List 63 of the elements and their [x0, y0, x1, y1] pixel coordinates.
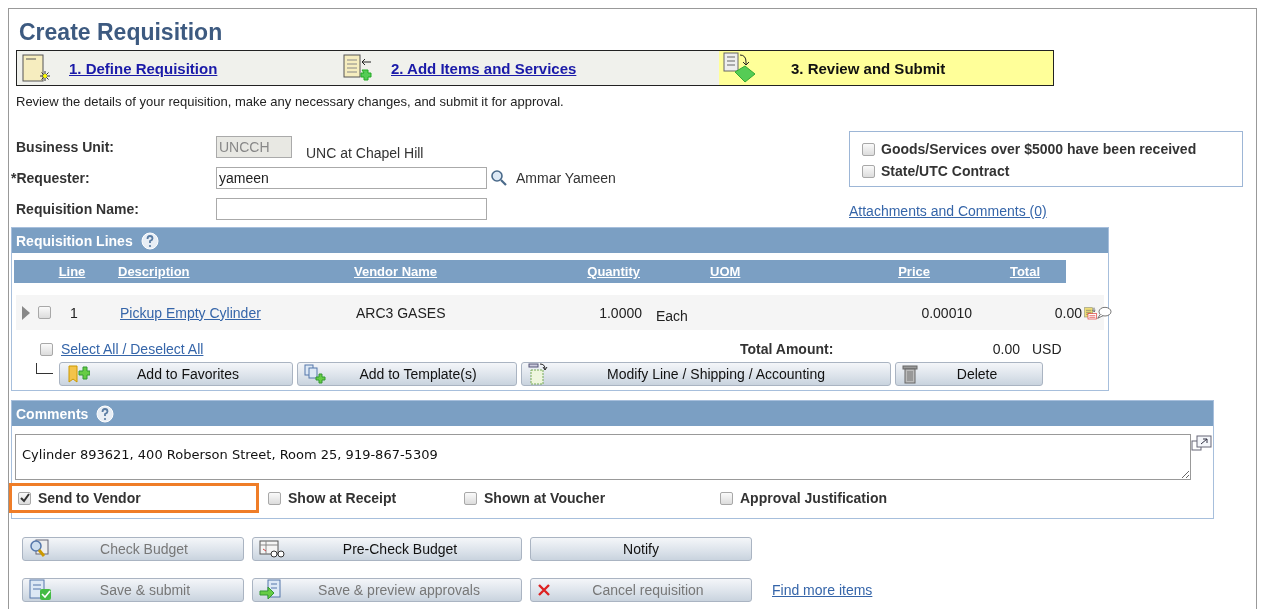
checkbox-label: Goods/Services over $5000 have been received	[881, 141, 1197, 157]
checkbox-label: Shown at Voucher	[484, 490, 606, 506]
checkbox[interactable]	[268, 491, 281, 505]
spreadsheet-glasses-icon	[259, 540, 285, 558]
table-cell-text: ARC3 GASES	[355, 304, 447, 321]
table-cell-text: 0.00010	[920, 304, 972, 321]
button[interactable]: Delete	[895, 362, 1043, 386]
table-cell-text: Each	[655, 306, 689, 324]
panel-title: Comments	[16, 405, 89, 422]
document-arrow-icon	[259, 579, 283, 601]
checkbox[interactable]	[720, 491, 733, 505]
checkbox[interactable]	[862, 164, 875, 178]
button[interactable]: Pre-Check Budget	[252, 537, 522, 561]
field-description: Ammar Yameen	[516, 169, 616, 186]
checkbox[interactable]	[40, 342, 53, 356]
list-edit-icon	[528, 363, 548, 385]
trash-icon	[902, 364, 918, 384]
step-link[interactable]: 1. Define Requisition	[69, 59, 218, 77]
comment-field[interactable]: Cylinder 893621, 400 Roberson Street, Room 25, 919-867-5309	[15, 434, 1191, 480]
input-field[interactable]	[216, 197, 487, 220]
checkbox[interactable]	[38, 306, 51, 319]
magnifier-document-icon	[29, 539, 51, 559]
field-label: Requisition Name:	[15, 200, 140, 217]
step-link[interactable]: 2. Add Items and Services	[391, 59, 577, 77]
field-label: Business Unit:	[15, 138, 115, 155]
cross-icon	[537, 583, 551, 597]
checkbox-label: State/UTC Contract	[881, 163, 1010, 179]
step-label: 3. Review and Submit	[791, 59, 946, 77]
find-more-link[interactable]: Find more items	[772, 582, 873, 598]
checkbox[interactable]	[464, 491, 477, 505]
panel-title: Requisition Lines	[16, 232, 133, 249]
total-label: Total Amount:	[740, 341, 835, 357]
button[interactable]: Modify Line / Shipping / Accounting	[521, 362, 891, 386]
field-label: *Requester:	[11, 169, 91, 186]
button[interactable]: Add to Template(s)	[297, 362, 517, 386]
instructions-text: Review the details of your requisition, make any necessary changes, and submit it for approval.	[16, 94, 565, 109]
button[interactable]: Notify	[530, 537, 752, 561]
checkbox-label: Show at Receipt	[288, 490, 397, 506]
expand-icon	[1191, 434, 1213, 454]
page-title: Create Requisition	[19, 19, 224, 46]
checkbox-label: Approval Justification	[740, 490, 888, 506]
field-description: UNC at Chapel Hill	[306, 144, 424, 161]
table-cell-text: 0.00	[1053, 304, 1082, 321]
document-check-icon	[29, 579, 53, 601]
select-all-link[interactable]: Select All / Deselect All	[61, 341, 204, 357]
checkbox-label: Send to Vendor	[38, 490, 141, 506]
help-icon	[96, 404, 115, 423]
description-link[interactable]: Pickup Empty Cylinder	[120, 304, 261, 321]
table-cell-text: 1.0000	[598, 304, 642, 321]
help-icon	[140, 231, 159, 250]
total-amount: 0.00	[991, 341, 1020, 357]
checkbox[interactable]	[862, 142, 875, 156]
currency-label: USD	[1032, 341, 1062, 357]
list-add-icon	[343, 53, 373, 83]
copy-add-icon	[304, 364, 326, 384]
input-field[interactable]: yameen	[216, 166, 487, 189]
attachments-link[interactable]: Attachments and Comments (0)	[849, 203, 1047, 219]
button[interactable]: Add to Favorites	[59, 362, 293, 386]
table-cell-text: 1	[69, 304, 79, 321]
checkbox[interactable]	[18, 491, 31, 505]
bookmark-add-icon	[66, 364, 90, 384]
document-icon	[21, 53, 51, 83]
search-icon	[490, 168, 508, 187]
